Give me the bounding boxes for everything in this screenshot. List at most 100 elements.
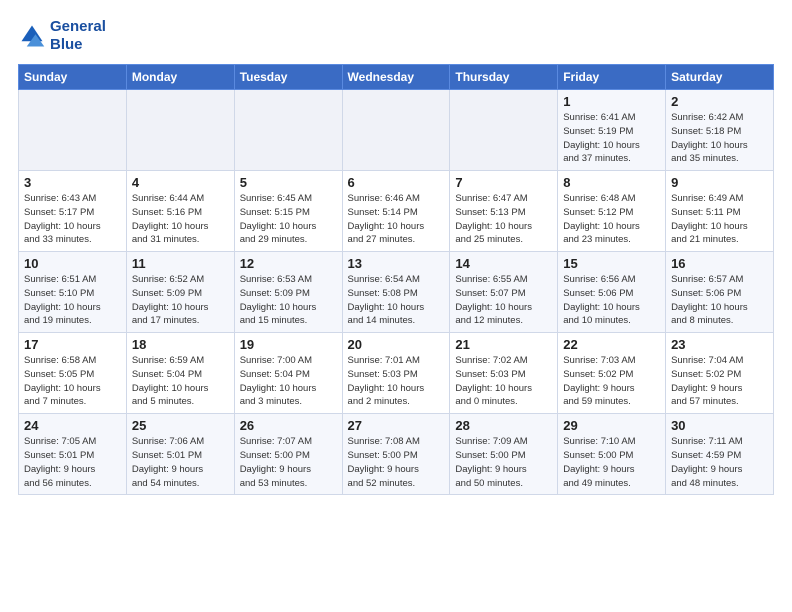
page-container: General Blue SundayMondayTuesdayWednesda… bbox=[0, 0, 792, 505]
calendar-cell: 8 Sunrise: 6:48 AM Sunset: 5:12 PM Daylig… bbox=[558, 171, 666, 252]
day-number: 24 bbox=[24, 418, 121, 433]
day-info: Sunrise: 6:55 AM Sunset: 5:07 PM Dayligh… bbox=[455, 273, 552, 328]
calendar-cell: 9 Sunrise: 6:49 AM Sunset: 5:11 PM Daylig… bbox=[666, 171, 774, 252]
calendar-cell: 20 Sunrise: 7:01 AM Sunset: 5:03 PM Dayli… bbox=[342, 333, 450, 414]
day-info: Sunrise: 6:57 AM Sunset: 5:06 PM Dayligh… bbox=[671, 273, 768, 328]
column-header-thursday: Thursday bbox=[450, 65, 558, 90]
day-info: Sunrise: 6:52 AM Sunset: 5:09 PM Dayligh… bbox=[132, 273, 229, 328]
calendar-cell: 22 Sunrise: 7:03 AM Sunset: 5:02 PM Dayli… bbox=[558, 333, 666, 414]
calendar-week-row: 1 Sunrise: 6:41 AM Sunset: 5:19 PM Daylig… bbox=[19, 90, 774, 171]
calendar-cell bbox=[126, 90, 234, 171]
day-number: 3 bbox=[24, 175, 121, 190]
day-info: Sunrise: 7:04 AM Sunset: 5:02 PM Dayligh… bbox=[671, 354, 768, 409]
calendar-cell: 10Sunrise: 6:51 AM Sunset: 5:10 PM Dayli… bbox=[19, 252, 127, 333]
day-number: 17 bbox=[24, 337, 121, 352]
day-info: Sunrise: 7:01 AM Sunset: 5:03 PM Dayligh… bbox=[348, 354, 445, 409]
column-header-tuesday: Tuesday bbox=[234, 65, 342, 90]
calendar-cell bbox=[450, 90, 558, 171]
calendar-cell: 18Sunrise: 6:59 AM Sunset: 5:04 PM Dayli… bbox=[126, 333, 234, 414]
day-info: Sunrise: 7:03 AM Sunset: 5:02 PM Dayligh… bbox=[563, 354, 660, 409]
day-number: 8 bbox=[563, 175, 660, 190]
calendar-cell bbox=[234, 90, 342, 171]
calendar-cell: 14 Sunrise: 6:55 AM Sunset: 5:07 PM Dayli… bbox=[450, 252, 558, 333]
calendar-cell: 24 Sunrise: 7:05 AM Sunset: 5:01 PM Dayli… bbox=[19, 414, 127, 495]
day-number: 14 bbox=[455, 256, 552, 271]
calendar-cell: 12 Sunrise: 6:53 AM Sunset: 5:09 PM Dayli… bbox=[234, 252, 342, 333]
day-info: Sunrise: 6:48 AM Sunset: 5:12 PM Dayligh… bbox=[563, 192, 660, 247]
calendar-cell: 15 Sunrise: 6:56 AM Sunset: 5:06 PM Dayli… bbox=[558, 252, 666, 333]
day-info: Sunrise: 7:02 AM Sunset: 5:03 PM Dayligh… bbox=[455, 354, 552, 409]
day-info: Sunrise: 7:07 AM Sunset: 5:00 PM Dayligh… bbox=[240, 435, 337, 490]
calendar-cell bbox=[342, 90, 450, 171]
day-info: Sunrise: 7:08 AM Sunset: 5:00 PM Dayligh… bbox=[348, 435, 445, 490]
calendar-cell: 5Sunrise: 6:45 AM Sunset: 5:15 PM Daylig… bbox=[234, 171, 342, 252]
day-number: 4 bbox=[132, 175, 229, 190]
calendar-header-row: SundayMondayTuesdayWednesdayThursdayFrid… bbox=[19, 65, 774, 90]
calendar-week-row: 17Sunrise: 6:58 AM Sunset: 5:05 PM Dayli… bbox=[19, 333, 774, 414]
day-number: 10 bbox=[24, 256, 121, 271]
calendar-cell: 16 Sunrise: 6:57 AM Sunset: 5:06 PM Dayli… bbox=[666, 252, 774, 333]
day-number: 2 bbox=[671, 94, 768, 109]
calendar-cell: 19 Sunrise: 7:00 AM Sunset: 5:04 PM Dayli… bbox=[234, 333, 342, 414]
day-number: 7 bbox=[455, 175, 552, 190]
calendar-cell: 28 Sunrise: 7:09 AM Sunset: 5:00 PM Dayli… bbox=[450, 414, 558, 495]
calendar-cell: 1 Sunrise: 6:41 AM Sunset: 5:19 PM Daylig… bbox=[558, 90, 666, 171]
day-number: 19 bbox=[240, 337, 337, 352]
day-number: 23 bbox=[671, 337, 768, 352]
calendar-week-row: 10Sunrise: 6:51 AM Sunset: 5:10 PM Dayli… bbox=[19, 252, 774, 333]
calendar-cell bbox=[19, 90, 127, 171]
calendar-cell: 17Sunrise: 6:58 AM Sunset: 5:05 PM Dayli… bbox=[19, 333, 127, 414]
calendar-week-row: 24 Sunrise: 7:05 AM Sunset: 5:01 PM Dayli… bbox=[19, 414, 774, 495]
header: General Blue bbox=[18, 18, 774, 54]
day-info: Sunrise: 7:09 AM Sunset: 5:00 PM Dayligh… bbox=[455, 435, 552, 490]
day-number: 20 bbox=[348, 337, 445, 352]
logo-text: General Blue bbox=[50, 18, 106, 54]
calendar-cell: 7 Sunrise: 6:47 AM Sunset: 5:13 PM Daylig… bbox=[450, 171, 558, 252]
column-header-wednesday: Wednesday bbox=[342, 65, 450, 90]
day-info: Sunrise: 6:47 AM Sunset: 5:13 PM Dayligh… bbox=[455, 192, 552, 247]
day-info: Sunrise: 6:54 AM Sunset: 5:08 PM Dayligh… bbox=[348, 273, 445, 328]
day-info: Sunrise: 7:10 AM Sunset: 5:00 PM Dayligh… bbox=[563, 435, 660, 490]
day-info: Sunrise: 7:05 AM Sunset: 5:01 PM Dayligh… bbox=[24, 435, 121, 490]
logo-icon bbox=[18, 22, 46, 50]
day-number: 12 bbox=[240, 256, 337, 271]
day-number: 6 bbox=[348, 175, 445, 190]
column-header-sunday: Sunday bbox=[19, 65, 127, 90]
day-info: Sunrise: 6:56 AM Sunset: 5:06 PM Dayligh… bbox=[563, 273, 660, 328]
logo: General Blue bbox=[18, 18, 106, 54]
day-info: Sunrise: 6:53 AM Sunset: 5:09 PM Dayligh… bbox=[240, 273, 337, 328]
day-number: 16 bbox=[671, 256, 768, 271]
calendar-cell: 21 Sunrise: 7:02 AM Sunset: 5:03 PM Dayli… bbox=[450, 333, 558, 414]
calendar-cell: 4 Sunrise: 6:44 AM Sunset: 5:16 PM Daylig… bbox=[126, 171, 234, 252]
day-info: Sunrise: 6:44 AM Sunset: 5:16 PM Dayligh… bbox=[132, 192, 229, 247]
calendar-cell: 13 Sunrise: 6:54 AM Sunset: 5:08 PM Dayli… bbox=[342, 252, 450, 333]
day-info: Sunrise: 6:46 AM Sunset: 5:14 PM Dayligh… bbox=[348, 192, 445, 247]
day-number: 27 bbox=[348, 418, 445, 433]
day-info: Sunrise: 6:59 AM Sunset: 5:04 PM Dayligh… bbox=[132, 354, 229, 409]
calendar-week-row: 3 Sunrise: 6:43 AM Sunset: 5:17 PM Daylig… bbox=[19, 171, 774, 252]
day-number: 29 bbox=[563, 418, 660, 433]
day-info: Sunrise: 7:00 AM Sunset: 5:04 PM Dayligh… bbox=[240, 354, 337, 409]
day-number: 28 bbox=[455, 418, 552, 433]
day-info: Sunrise: 7:06 AM Sunset: 5:01 PM Dayligh… bbox=[132, 435, 229, 490]
day-info: Sunrise: 6:43 AM Sunset: 5:17 PM Dayligh… bbox=[24, 192, 121, 247]
day-info: Sunrise: 6:45 AM Sunset: 5:15 PM Dayligh… bbox=[240, 192, 337, 247]
column-header-saturday: Saturday bbox=[666, 65, 774, 90]
day-number: 22 bbox=[563, 337, 660, 352]
day-number: 15 bbox=[563, 256, 660, 271]
day-info: Sunrise: 6:41 AM Sunset: 5:19 PM Dayligh… bbox=[563, 111, 660, 166]
day-number: 13 bbox=[348, 256, 445, 271]
calendar-cell: 30Sunrise: 7:11 AM Sunset: 4:59 PM Dayli… bbox=[666, 414, 774, 495]
calendar-cell: 26 Sunrise: 7:07 AM Sunset: 5:00 PM Dayli… bbox=[234, 414, 342, 495]
calendar-cell: 3 Sunrise: 6:43 AM Sunset: 5:17 PM Daylig… bbox=[19, 171, 127, 252]
calendar-cell: 25 Sunrise: 7:06 AM Sunset: 5:01 PM Dayli… bbox=[126, 414, 234, 495]
day-info: Sunrise: 6:49 AM Sunset: 5:11 PM Dayligh… bbox=[671, 192, 768, 247]
day-info: Sunrise: 7:11 AM Sunset: 4:59 PM Dayligh… bbox=[671, 435, 768, 490]
day-number: 25 bbox=[132, 418, 229, 433]
calendar-cell: 23 Sunrise: 7:04 AM Sunset: 5:02 PM Dayli… bbox=[666, 333, 774, 414]
day-number: 1 bbox=[563, 94, 660, 109]
day-number: 26 bbox=[240, 418, 337, 433]
day-number: 21 bbox=[455, 337, 552, 352]
day-number: 9 bbox=[671, 175, 768, 190]
column-header-friday: Friday bbox=[558, 65, 666, 90]
